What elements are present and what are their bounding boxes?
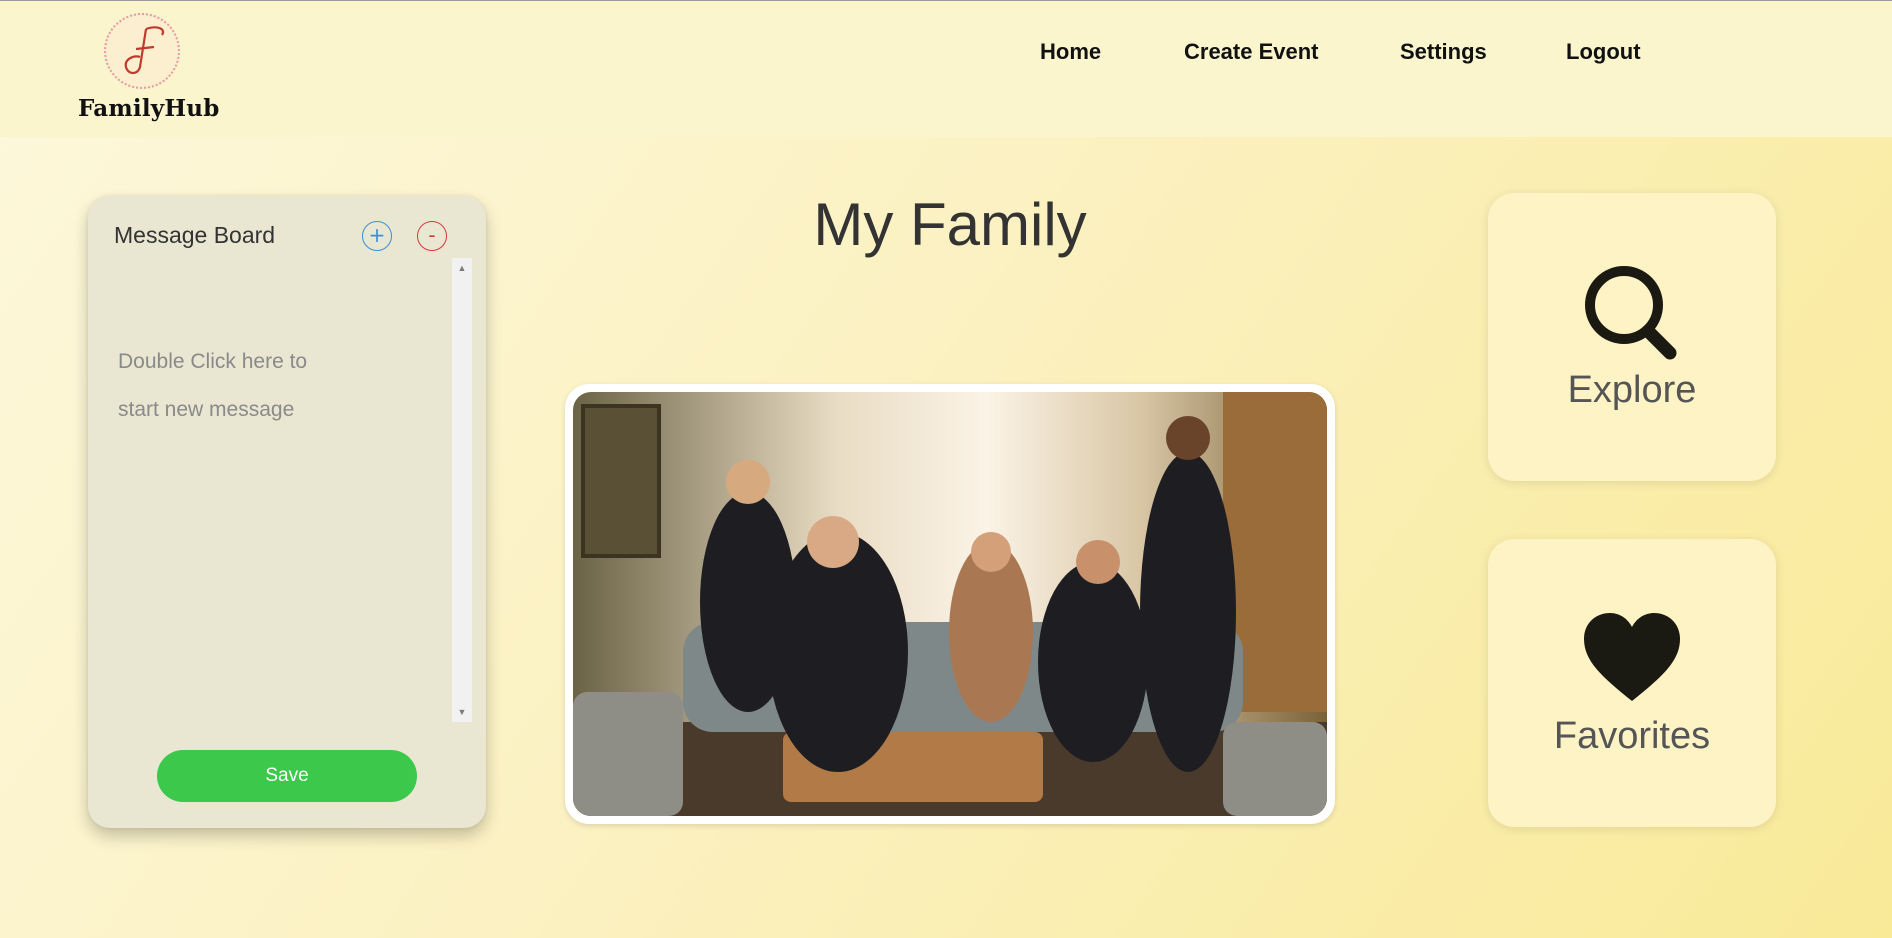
message-board-title: Message Board — [114, 222, 276, 248]
scroll-up-arrow-icon[interactable]: ▲ — [452, 260, 472, 276]
logo-text: FamilyHub — [78, 95, 220, 122]
logo[interactable]: FamilyHub — [78, 11, 220, 129]
heart-icon — [1584, 613, 1680, 701]
message-board-panel: Message Board + - Double Click here to s… — [88, 196, 486, 828]
message-placeholder-line1: Double Click here to — [118, 350, 308, 373]
explore-card[interactable]: Explore — [1488, 193, 1776, 481]
remove-message-button[interactable]: - — [417, 221, 447, 251]
message-input-area[interactable]: Double Click here to start new message — [118, 338, 348, 434]
nav-settings[interactable]: Settings — [1400, 39, 1487, 65]
message-scrollbar[interactable]: ▲ ▼ — [452, 258, 472, 722]
family-photo-frame — [565, 384, 1335, 824]
family-photo — [573, 392, 1327, 816]
site-header: FamilyHub Home Create Event Settings Log… — [0, 1, 1892, 137]
scroll-down-arrow-icon[interactable]: ▼ — [452, 704, 472, 720]
search-icon — [1585, 266, 1677, 360]
save-button[interactable]: Save — [157, 750, 417, 802]
page-title: My Family — [813, 191, 1087, 258]
nav-home[interactable]: Home — [1040, 39, 1101, 65]
explore-label: Explore — [1567, 369, 1697, 411]
favorites-card[interactable]: Favorites — [1488, 539, 1776, 827]
nav-logout[interactable]: Logout — [1566, 39, 1641, 65]
add-message-button[interactable]: + — [362, 221, 392, 251]
nav-create-event[interactable]: Create Event — [1184, 39, 1319, 65]
favorites-label: Favorites — [1553, 715, 1711, 757]
logo-emblem — [104, 13, 180, 89]
message-placeholder-line2: start new message — [118, 398, 295, 421]
